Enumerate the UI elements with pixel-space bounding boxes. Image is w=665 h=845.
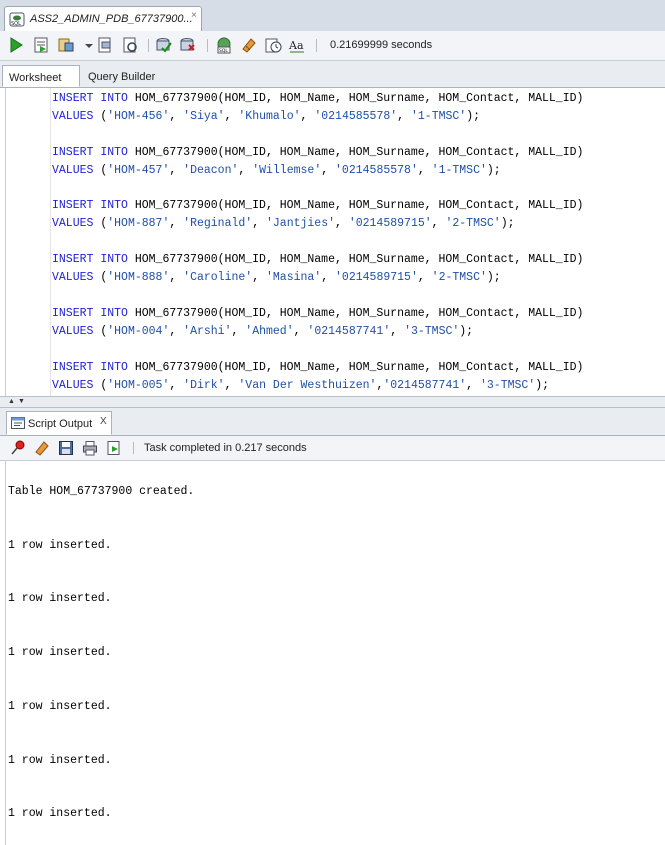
format-case-icon[interactable]: Aa bbox=[288, 36, 306, 54]
explain-plan-icon[interactable] bbox=[96, 36, 114, 54]
output-tab-strip: Script Output X bbox=[0, 408, 665, 436]
output-row-inserted-line: 1 row inserted. bbox=[8, 753, 112, 767]
output-row-inserted-line: 1 row inserted. bbox=[8, 807, 112, 821]
output-table-created-line: Table HOM_67737900 created. bbox=[8, 485, 195, 498]
editor-subtabs: Worksheet Query Builder bbox=[0, 61, 665, 88]
task-status: Task completed in 0.217 seconds bbox=[144, 442, 307, 454]
line-gutter bbox=[6, 88, 51, 396]
output-row-inserted-line: 1 row inserted. bbox=[8, 592, 112, 606]
run-script-icon[interactable] bbox=[32, 36, 50, 54]
clear-eraser-icon[interactable] bbox=[34, 440, 50, 456]
tab-query-builder[interactable]: Query Builder bbox=[82, 65, 161, 87]
sql-tuning-icon[interactable]: SQL bbox=[215, 36, 233, 54]
script-output-label: Script Output bbox=[28, 418, 93, 430]
insert-statement-line[interactable]: INSERT INTO HOM_67737900(HOM_ID, HOM_Nam… bbox=[52, 91, 583, 107]
panel-splitter[interactable]: ▲ ▼ bbox=[0, 396, 665, 408]
tab-worksheet[interactable]: Worksheet bbox=[2, 65, 80, 87]
print-icon[interactable] bbox=[82, 440, 98, 456]
tab-script-output[interactable]: Script Output X bbox=[6, 411, 112, 435]
chevron-down-icon[interactable]: ▼ bbox=[18, 398, 25, 405]
values-statement-line[interactable]: VALUES ('HOM-456', 'Siya', 'Khumalo', '0… bbox=[52, 109, 480, 125]
run-statement-icon[interactable] bbox=[7, 36, 25, 54]
chevron-down-icon[interactable] bbox=[80, 36, 93, 54]
save-icon[interactable] bbox=[58, 440, 74, 456]
toolbar-separator bbox=[207, 39, 208, 52]
values-statement-line[interactable]: VALUES ('HOM-004', 'Arshi', 'Ahmed', '02… bbox=[52, 324, 473, 340]
svg-text:SQL: SQL bbox=[11, 21, 21, 27]
insert-statement-line[interactable]: INSERT INTO HOM_67737900(HOM_ID, HOM_Nam… bbox=[52, 306, 583, 322]
values-statement-line[interactable]: VALUES ('HOM-888', 'Caroline', 'Masina',… bbox=[52, 270, 501, 286]
commit-icon[interactable] bbox=[155, 36, 173, 54]
script-output-icon bbox=[11, 417, 25, 429]
values-statement-line[interactable]: VALUES ('HOM-887', 'Reginald', 'Jantjies… bbox=[52, 216, 515, 232]
close-icon[interactable]: X bbox=[100, 416, 107, 427]
output-row-inserted-line: 1 row inserted. bbox=[8, 646, 112, 660]
sql-editor[interactable]: INSERT INTO HOM_67737900(HOM_ID, HOM_Nam… bbox=[5, 88, 665, 396]
chevron-up-icon[interactable]: ▲ bbox=[8, 398, 15, 405]
toolbar-separator bbox=[148, 39, 149, 52]
values-statement-line[interactable]: VALUES ('HOM-005', 'Dirk', 'Van Der West… bbox=[52, 378, 549, 394]
sql-tuning-advisor-icon[interactable] bbox=[121, 36, 139, 54]
toolbar-separator bbox=[133, 442, 134, 454]
sql-history-icon[interactable] bbox=[264, 36, 282, 54]
rollback-icon[interactable] bbox=[179, 36, 197, 54]
document-tab-strip: SQL ASS2_ADMIN_PDB_67737900... × bbox=[0, 0, 665, 32]
output-row-inserted-line: 1 row inserted. bbox=[8, 538, 112, 552]
clear-eraser-icon[interactable] bbox=[240, 36, 258, 54]
worksheet-toolbar: SQL Aa 0.21699999 seconds bbox=[0, 31, 665, 61]
document-tab[interactable]: SQL ASS2_ADMIN_PDB_67737900... × bbox=[4, 6, 202, 31]
toolbar-separator bbox=[316, 39, 317, 52]
output-toolbar: Task completed in 0.217 seconds bbox=[0, 436, 665, 461]
autotrace-icon[interactable] bbox=[57, 36, 75, 54]
svg-text:SQL: SQL bbox=[219, 48, 228, 54]
output-row-inserted-line: 1 row inserted. bbox=[8, 699, 112, 713]
svg-text:Aa: Aa bbox=[288, 39, 304, 52]
script-output-area[interactable]: Table HOM_67737900 created. 1 row inserte… bbox=[5, 461, 665, 845]
document-tab-title: ASS2_ADMIN_PDB_67737900... bbox=[30, 13, 193, 25]
pin-icon[interactable] bbox=[10, 440, 26, 456]
open-file-icon[interactable] bbox=[106, 440, 122, 456]
insert-statement-line[interactable]: INSERT INTO HOM_67737900(HOM_ID, HOM_Nam… bbox=[52, 145, 583, 161]
sql-worksheet-icon: SQL bbox=[9, 12, 25, 27]
insert-statement-line[interactable]: INSERT INTO HOM_67737900(HOM_ID, HOM_Nam… bbox=[52, 252, 583, 268]
insert-statement-line[interactable]: INSERT INTO HOM_67737900(HOM_ID, HOM_Nam… bbox=[52, 198, 583, 214]
insert-statement-line[interactable]: INSERT INTO HOM_67737900(HOM_ID, HOM_Nam… bbox=[52, 360, 583, 376]
execution-time: 0.21699999 seconds bbox=[330, 39, 433, 51]
close-icon[interactable]: × bbox=[191, 10, 197, 21]
values-statement-line[interactable]: VALUES ('HOM-457', 'Deacon', 'Willemse',… bbox=[52, 163, 501, 179]
